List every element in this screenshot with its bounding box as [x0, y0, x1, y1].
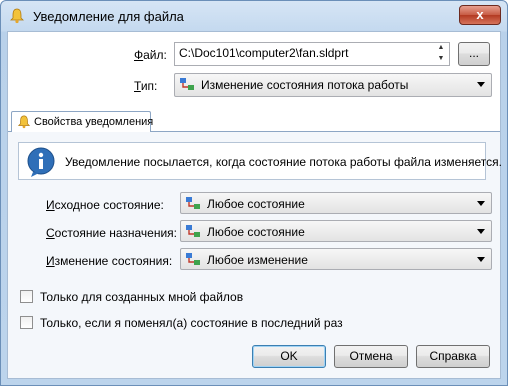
type-label: Тип:	[134, 79, 158, 93]
info-text: Уведомление посылается, когда состояние …	[65, 155, 502, 169]
file-label: Файл:	[134, 48, 167, 62]
ok-button[interactable]: OK	[252, 345, 326, 368]
dialog-client-area: Файл: C:\Doc101\computer2\fan.sldprt ▲ ▼ …	[7, 31, 502, 379]
file-path-field[interactable]: C:\Doc101\computer2\fan.sldprt ▲ ▼	[174, 42, 450, 66]
only-last-changed-checkbox[interactable]	[20, 316, 33, 329]
tab-notification-properties[interactable]: Свойства уведомления	[11, 111, 154, 133]
only-my-files-label[interactable]: Только для созданных мной файлов	[40, 290, 243, 304]
info-icon	[27, 147, 55, 177]
info-box: Уведомление посылается, когда состояние …	[18, 142, 502, 180]
title-bar[interactable]: Уведомление для файла x	[1, 1, 507, 31]
state-change-value: Любое изменение	[207, 253, 308, 267]
file-spin-control[interactable]: ▲ ▼	[433, 43, 449, 65]
spin-down-icon[interactable]: ▼	[433, 54, 449, 65]
dialog-window: Уведомление для файла x Файл: C:\Doc101\…	[0, 0, 508, 386]
tab-strip: Свойства уведомления	[8, 110, 500, 133]
cancel-button[interactable]: Отмена	[334, 345, 408, 368]
file-path-value: C:\Doc101\computer2\fan.sldprt	[179, 46, 349, 60]
target-state-dropdown[interactable]: Любое состояние	[180, 220, 492, 242]
type-value: Изменение состояния потока работы	[201, 78, 409, 92]
source-state-label: Исходное состояние:	[46, 198, 164, 212]
close-icon: x	[476, 7, 484, 22]
source-state-dropdown[interactable]: Любое состояние	[180, 192, 492, 214]
chevron-down-icon	[477, 82, 485, 87]
tab-label: Свойства уведомления	[34, 116, 154, 128]
chevron-down-icon	[477, 257, 485, 262]
only-last-changed-label[interactable]: Только, если я поменял(а) состояние в по…	[40, 316, 343, 330]
state-change-dropdown[interactable]: Любое изменение	[180, 248, 492, 270]
browse-button[interactable]: ...	[458, 42, 490, 66]
workflow-icon	[186, 253, 200, 265]
help-button[interactable]: Справка	[416, 345, 490, 368]
close-button[interactable]: x	[459, 5, 501, 25]
type-dropdown[interactable]: Изменение состояния потока работы	[174, 73, 492, 97]
target-state-value: Любое состояние	[207, 225, 305, 239]
workflow-icon	[186, 225, 200, 237]
bell-icon	[10, 8, 24, 24]
target-state-label: Состояние назначения:	[46, 226, 178, 240]
workflow-icon	[180, 78, 194, 90]
window-title: Уведомление для файла	[33, 9, 184, 24]
workflow-icon	[186, 197, 200, 209]
chevron-down-icon	[477, 201, 485, 206]
bell-icon	[17, 115, 31, 129]
source-state-value: Любое состояние	[207, 197, 305, 211]
only-my-files-checkbox[interactable]	[20, 290, 33, 303]
state-change-label: Изменение состояния:	[46, 254, 173, 268]
tab-panel: Уведомление посылается, когда состояние …	[8, 132, 502, 378]
chevron-down-icon	[477, 229, 485, 234]
spin-up-icon[interactable]: ▲	[433, 43, 449, 54]
